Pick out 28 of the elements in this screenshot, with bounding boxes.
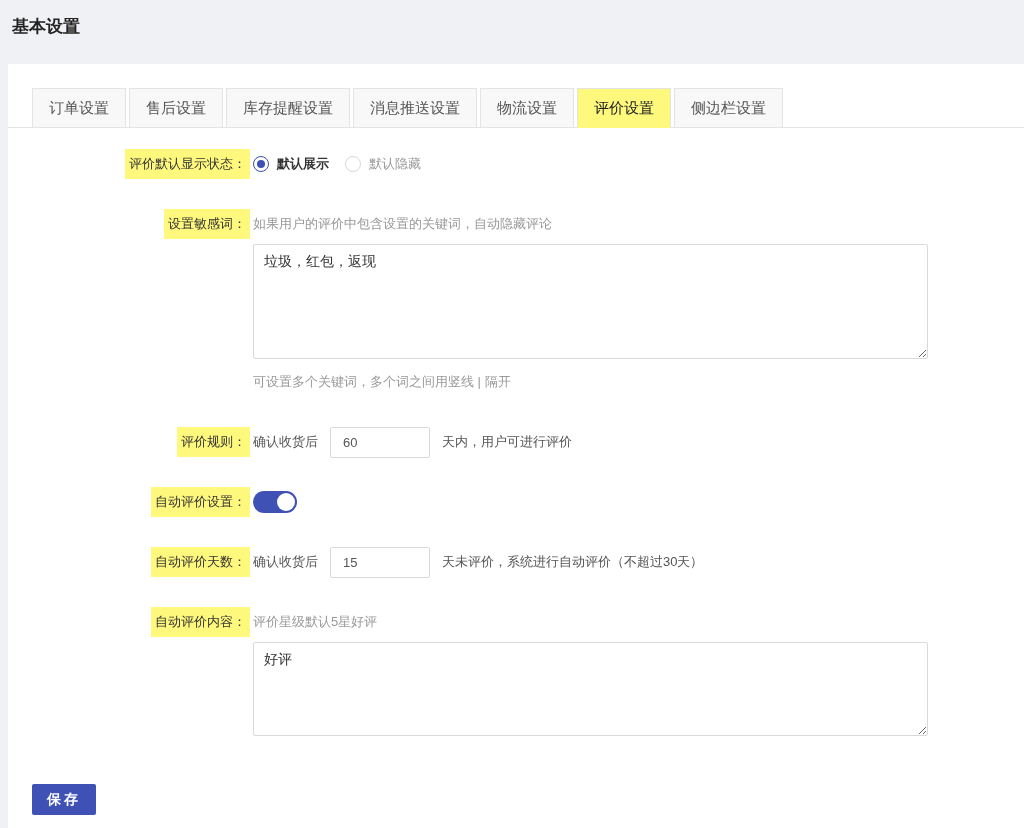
field-description: 评价星级默认5星好评 (253, 613, 379, 631)
number-input[interactable]: 60 (330, 426, 430, 458)
tab[interactable]: 订单设置 (32, 88, 126, 127)
hint-text: 可设置多个关键词，多个词之间用竖线 | 隔开 (253, 373, 512, 391)
tab[interactable]: 物流设置 (480, 88, 574, 127)
tab[interactable]: 消息推送设置 (353, 88, 477, 127)
toggle-switch[interactable] (253, 491, 297, 513)
tab[interactable]: 售后设置 (129, 88, 223, 127)
field-label: 评价默认显示状态： (125, 149, 250, 179)
input-prefix: 确认收货后 (253, 553, 318, 572)
page-title: 基本设置 (12, 16, 80, 38)
tab[interactable]: 侧边栏设置 (674, 88, 783, 127)
text-area[interactable]: 好评 (253, 642, 928, 736)
number-input[interactable]: 15 (330, 546, 430, 578)
field-label: 自动评价内容： (151, 607, 250, 637)
field-label: 自动评价天数： (151, 547, 250, 577)
field-label: 评价规则： (177, 427, 250, 457)
save-button[interactable]: 保存 (32, 784, 96, 815)
tab[interactable]: 评价设置 (577, 88, 671, 128)
field-description: 如果用户的评价中包含设置的关键词，自动隐藏评论 (253, 215, 553, 233)
text-area[interactable]: 垃圾，红包，返现 (253, 244, 928, 359)
tab[interactable]: 库存提醒设置 (226, 88, 350, 127)
field-label: 自动评价设置： (151, 487, 250, 517)
input-prefix: 确认收货后 (253, 433, 318, 452)
radio-option[interactable]: 默认展示 (253, 154, 329, 174)
input-suffix: 天未评价，系统进行自动评价（不超过30天） (442, 553, 704, 572)
input-suffix: 天内，用户可进行评价 (442, 433, 572, 452)
field-label: 设置敏感词： (164, 209, 250, 239)
